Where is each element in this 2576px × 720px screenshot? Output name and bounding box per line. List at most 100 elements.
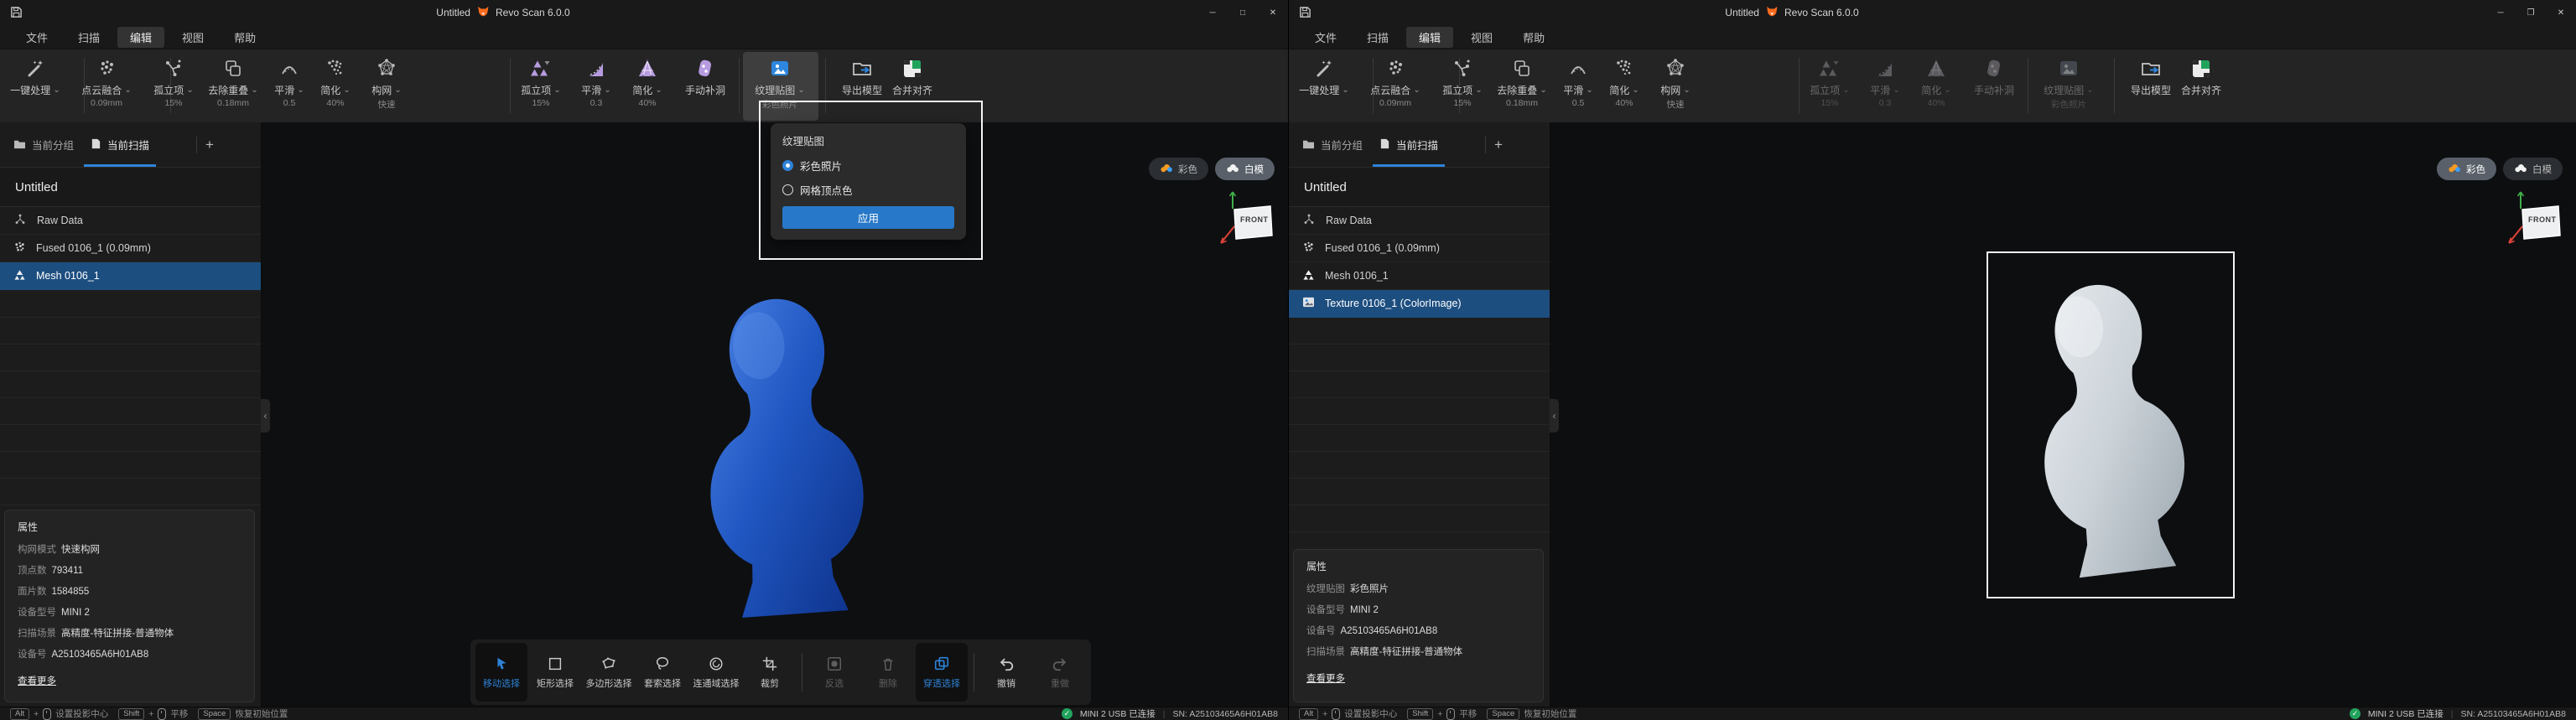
menu-view[interactable]: 视图	[1458, 27, 1505, 48]
see-more-link[interactable]: 查看更多	[1306, 671, 1345, 685]
list-item-texture[interactable]: Texture 0106_1 (ColorImage)	[1289, 290, 1550, 318]
menu-file[interactable]: 文件	[1302, 27, 1349, 48]
chevron-down-icon: ⌄	[124, 87, 131, 94]
menu-help[interactable]: 帮助	[1510, 27, 1557, 48]
tab-current-scan[interactable]: 当前扫描	[1371, 122, 1446, 167]
toolbar-one-key-process[interactable]: 一键处理⌄	[0, 55, 70, 109]
device-connection-text: MINI 2 USB 已连接	[1080, 707, 1156, 720]
tool-through-select[interactable]: 穿透选择	[916, 643, 968, 702]
tab-current-group[interactable]: 当前分组	[1294, 122, 1371, 167]
magic-wand-icon	[1313, 55, 1335, 82]
tab-current-group[interactable]: 当前分组	[5, 122, 82, 167]
hint-set-projection-center: Alt+设置投影中心	[10, 707, 108, 720]
list-item-raw-data[interactable]: Raw Data	[0, 207, 261, 235]
toolbar-item-label: 点云融合	[1370, 83, 1410, 97]
tool-label: 裁剪	[761, 676, 779, 690]
save-icon[interactable]	[1299, 6, 1311, 23]
navigation-cube[interactable]: FRONT	[2504, 186, 2569, 253]
toolbar-mesh[interactable]: 构网⌄快速	[1640, 55, 1711, 109]
tool-polygon-select[interactable]: 多边形选择	[583, 643, 635, 702]
radio-color-photo[interactable]: 彩色照片	[782, 158, 954, 174]
toolbar-item-label: 导出模型	[2131, 83, 2171, 97]
tool-redo[interactable]: 重做	[1034, 643, 1086, 702]
tool-lasso-select[interactable]: 套索选择	[636, 643, 688, 702]
gizmo-front-label: FRONT	[2528, 215, 2557, 224]
textured-bust-model[interactable]	[2012, 272, 2207, 578]
toolbar-item-label: 平滑	[1870, 83, 1890, 97]
export-folder-icon	[851, 55, 873, 82]
key-badge: Space	[198, 708, 231, 720]
add-scan-button[interactable]: +	[197, 137, 222, 153]
project-name: Untitled	[1289, 168, 1550, 207]
maximize-button[interactable]: □	[1228, 0, 1258, 25]
chevron-down-icon: ⌄	[394, 87, 401, 94]
toolbar-item-label: 点云融合	[81, 83, 122, 97]
navigation-cube[interactable]: FRONT	[1216, 186, 1281, 253]
toolbar-one-key-process[interactable]: 一键处理⌄	[1289, 55, 1359, 109]
add-scan-button[interactable]: +	[1486, 137, 1511, 153]
title-bar[interactable]: Untitled Revo Scan 6.0.0 ─ □ ✕	[0, 0, 1288, 25]
tool-undo[interactable]: 撤销	[980, 643, 1032, 702]
menu-help[interactable]: 帮助	[221, 27, 268, 48]
toolbar-item-label: 简化	[320, 83, 340, 97]
toolbar-manual-hole-fill[interactable]: 手动补洞	[670, 55, 740, 109]
toolbar-item-label: 孤立项	[1810, 83, 1840, 97]
restore-button[interactable]: ❐	[2516, 0, 2546, 25]
menu-file[interactable]: 文件	[13, 27, 60, 48]
tool-move-select[interactable]: 移动选择	[475, 643, 527, 702]
minimize-button[interactable]: ─	[1197, 0, 1228, 25]
tool-invert-selection[interactable]: 反选	[808, 643, 860, 702]
properties-panel: 属性 构网模式快速构网 顶点数793411 面片数1584855 设备型号MIN…	[4, 510, 255, 702]
save-icon[interactable]	[10, 6, 23, 23]
viewport-3d[interactable]: 彩色 白模 FRONT	[1550, 122, 2576, 707]
toolbar-texture-map[interactable]: 纹理贴图⌄彩色照片	[2033, 55, 2104, 109]
list-item-fused[interactable]: Fused 0106_1 (0.09mm)	[1289, 235, 1550, 262]
menu-scan[interactable]: 扫描	[65, 27, 112, 48]
toolbar-mesh[interactable]: 构网⌄快速	[351, 55, 422, 109]
hint-pan: Shift+平移	[1407, 707, 1477, 720]
toggle-color[interactable]: 彩色	[2437, 158, 2496, 180]
tool-label: 删除	[879, 676, 897, 690]
tool-delete[interactable]: 删除	[862, 643, 914, 702]
toolbar-item-label: 简化	[632, 83, 652, 97]
menu-edit[interactable]: 编辑	[1406, 27, 1453, 48]
mouse-icon	[158, 708, 166, 720]
toolbar-item-label: 纹理贴图	[755, 83, 795, 97]
toolbar: 一键处理⌄ 点云融合⌄0.09mm 孤立项⌄15% 去除重叠⌄0.18mm 平滑…	[0, 49, 1288, 124]
toolbar-merge-align[interactable]: 合并对齐	[2166, 55, 2236, 109]
toolbar-item-label: 合并对齐	[892, 83, 932, 97]
point-cloud-icon	[96, 55, 117, 82]
close-button[interactable]: ✕	[1258, 0, 1288, 25]
mesh-bust-model[interactable]	[679, 285, 889, 620]
radio-mesh-vertex-color[interactable]: 网格顶点色	[782, 182, 954, 198]
toggle-white-model[interactable]: 白模	[1215, 158, 1275, 180]
window-title: Untitled Revo Scan 6.0.0	[1725, 0, 1858, 25]
menu-scan[interactable]: 扫描	[1354, 27, 1401, 48]
toolbar-item-label: 手动补洞	[685, 83, 725, 97]
toolbar-manual-hole-fill[interactable]: 手动补洞	[1959, 55, 2029, 109]
toolbar-point-cloud-fuse[interactable]: 点云融合⌄0.09mm	[1360, 55, 1431, 109]
tool-connected-region-select[interactable]: 连通域选择	[690, 643, 742, 702]
apply-button[interactable]: 应用	[782, 206, 954, 229]
list-item-fused[interactable]: Fused 0106_1 (0.09mm)	[0, 235, 261, 262]
menu-view[interactable]: 视图	[169, 27, 216, 48]
toolbar-point-cloud-fuse[interactable]: 点云融合⌄0.09mm	[71, 55, 142, 109]
toggle-white-model[interactable]: 白模	[2503, 158, 2563, 180]
see-more-link[interactable]: 查看更多	[18, 674, 56, 687]
toggle-color[interactable]: 彩色	[1149, 158, 1208, 180]
close-button[interactable]: ✕	[2546, 0, 2576, 25]
collapse-sidebar-handle[interactable]: ‹	[1550, 399, 1559, 433]
status-bar: Alt+设置投影中心 Shift+平移 Space恢复初始位置 ✓MINI 2 …	[0, 707, 1288, 720]
tool-rect-select[interactable]: 矩形选择	[529, 643, 581, 702]
fused-points-icon	[1302, 241, 1315, 256]
menu-edit[interactable]: 编辑	[117, 27, 164, 48]
tab-current-scan[interactable]: 当前扫描	[82, 122, 158, 167]
list-item-mesh[interactable]: Mesh 0106_1	[0, 262, 261, 290]
chevron-down-icon: ⌄	[1944, 87, 1950, 94]
tool-crop[interactable]: 裁剪	[744, 643, 796, 702]
title-bar[interactable]: Untitled Revo Scan 6.0.0 ─ ❐ ✕	[1289, 0, 2576, 25]
minimize-button[interactable]: ─	[2485, 0, 2516, 25]
list-item-raw-data[interactable]: Raw Data	[1289, 207, 1550, 235]
list-item-mesh[interactable]: Mesh 0106_1	[1289, 262, 1550, 290]
collapse-sidebar-handle[interactable]: ‹	[261, 399, 270, 433]
